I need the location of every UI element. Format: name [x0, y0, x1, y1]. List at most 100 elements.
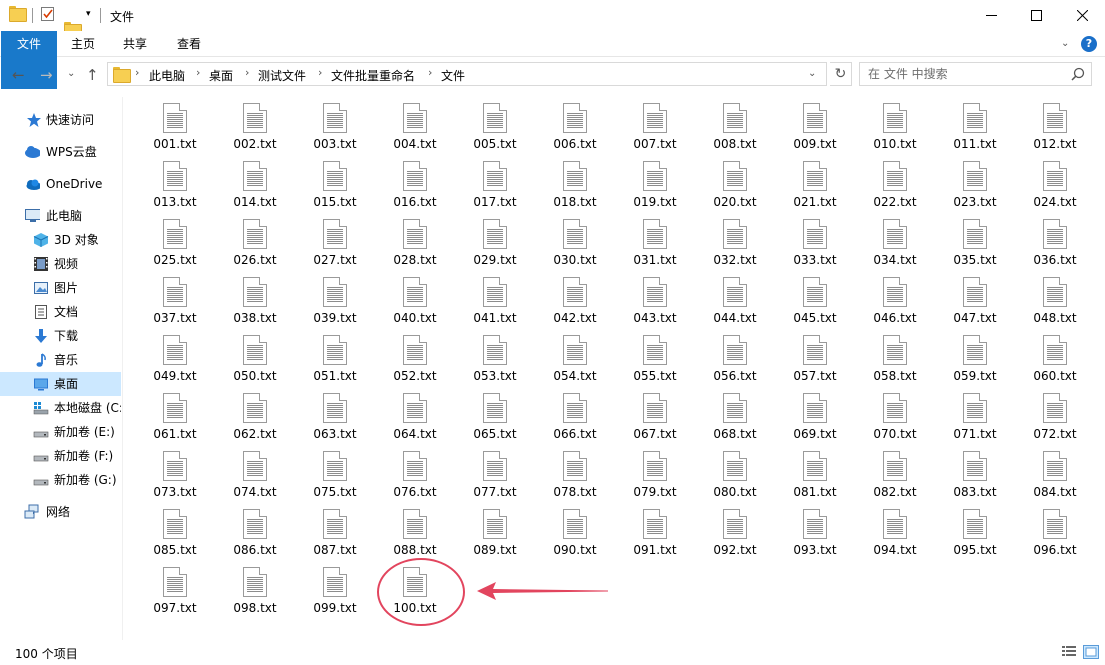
file-item[interactable]: 017.txt — [450, 155, 530, 213]
file-item[interactable]: 033.txt — [770, 213, 850, 271]
sidebar-item-network[interactable]: 网络 — [0, 500, 121, 524]
minimize-button[interactable] — [968, 0, 1014, 31]
properties-icon[interactable] — [40, 6, 56, 22]
breadcrumb-files[interactable]: 文件 — [441, 67, 465, 84]
file-item[interactable]: 035.txt — [930, 213, 1010, 271]
sidebar-item-quick-access[interactable]: 快速访问 — [0, 108, 121, 132]
file-item[interactable]: 015.txt — [290, 155, 370, 213]
file-item[interactable]: 030.txt — [530, 213, 610, 271]
file-item[interactable]: 094.txt — [850, 503, 930, 561]
file-item[interactable]: 059.txt — [930, 329, 1010, 387]
file-item[interactable]: 078.txt — [530, 445, 610, 503]
file-item[interactable]: 075.txt — [290, 445, 370, 503]
file-item[interactable]: 091.txt — [610, 503, 690, 561]
sidebar-item-desktop[interactable]: 桌面 — [0, 372, 121, 396]
file-item[interactable]: 065.txt — [450, 387, 530, 445]
file-item[interactable]: 018.txt — [530, 155, 610, 213]
file-item[interactable]: 092.txt — [690, 503, 770, 561]
breadcrumb-batch-rename[interactable]: 文件批量重命名 — [331, 67, 415, 84]
file-item[interactable]: 089.txt — [450, 503, 530, 561]
file-item[interactable]: 093.txt — [770, 503, 850, 561]
tab-home[interactable]: 主页 — [57, 31, 109, 57]
file-item[interactable]: 056.txt — [690, 329, 770, 387]
file-item[interactable]: 095.txt — [930, 503, 1010, 561]
sidebar-item-downloads[interactable]: 下载 — [0, 324, 121, 348]
file-item[interactable]: 026.txt — [210, 213, 290, 271]
file-item[interactable]: 023.txt — [930, 155, 1010, 213]
file-item[interactable]: 083.txt — [930, 445, 1010, 503]
file-item[interactable]: 052.txt — [370, 329, 450, 387]
sidebar-item-this-pc[interactable]: 此电脑 — [0, 204, 121, 228]
file-item[interactable]: 034.txt — [850, 213, 930, 271]
file-item[interactable]: 020.txt — [690, 155, 770, 213]
file-item[interactable]: 061.txt — [130, 387, 210, 445]
refresh-icon[interactable]: ↻ — [830, 62, 852, 86]
file-item[interactable]: 058.txt — [850, 329, 930, 387]
file-item[interactable]: 046.txt — [850, 271, 930, 329]
file-item[interactable]: 051.txt — [290, 329, 370, 387]
file-item[interactable]: 041.txt — [450, 271, 530, 329]
file-item[interactable]: 013.txt — [130, 155, 210, 213]
file-item[interactable]: 062.txt — [210, 387, 290, 445]
file-item[interactable]: 064.txt — [370, 387, 450, 445]
file-item[interactable]: 082.txt — [850, 445, 930, 503]
address-bar[interactable]: › 此电脑 › 桌面 › 测试文件 › 文件批量重命名 › 文件 — [107, 62, 827, 86]
file-item[interactable]: 002.txt — [210, 97, 290, 155]
expand-ribbon-icon[interactable]: ⌄ — [1061, 38, 1073, 50]
sidebar-item-pictures[interactable]: 图片 — [0, 276, 121, 300]
file-item[interactable]: 069.txt — [770, 387, 850, 445]
sidebar-item-videos[interactable]: 视频 — [0, 252, 121, 276]
breadcrumb-desktop[interactable]: 桌面 — [209, 67, 233, 84]
file-item[interactable]: 040.txt — [370, 271, 450, 329]
file-item[interactable]: 079.txt — [610, 445, 690, 503]
help-icon[interactable]: ? — [1081, 36, 1097, 52]
file-item[interactable]: 080.txt — [690, 445, 770, 503]
tab-view[interactable]: 查看 — [163, 31, 215, 57]
back-icon[interactable]: ← — [12, 66, 25, 84]
search-input[interactable] — [860, 63, 1065, 85]
file-item[interactable]: 050.txt — [210, 329, 290, 387]
sidebar-item-drive-g[interactable]: 新加卷 (G:) — [0, 468, 121, 492]
file-item[interactable]: 043.txt — [610, 271, 690, 329]
file-item[interactable]: 068.txt — [690, 387, 770, 445]
file-item[interactable]: 055.txt — [610, 329, 690, 387]
file-item[interactable]: 076.txt — [370, 445, 450, 503]
file-item[interactable]: 016.txt — [370, 155, 450, 213]
details-view-icon[interactable] — [1061, 645, 1077, 659]
file-item[interactable]: 006.txt — [530, 97, 610, 155]
sidebar-item-drive-e[interactable]: 新加卷 (E:) — [0, 420, 121, 444]
file-item[interactable]: 087.txt — [290, 503, 370, 561]
file-item[interactable]: 009.txt — [770, 97, 850, 155]
file-item[interactable]: 031.txt — [610, 213, 690, 271]
file-item[interactable]: 004.txt — [370, 97, 450, 155]
file-item[interactable]: 097.txt — [130, 561, 210, 619]
maximize-button[interactable] — [1013, 0, 1059, 31]
sidebar-item-drive-f[interactable]: 新加卷 (F:) — [0, 444, 121, 468]
sidebar-item-documents[interactable]: 文档 — [0, 300, 121, 324]
file-item[interactable]: 045.txt — [770, 271, 850, 329]
file-item[interactable]: 039.txt — [290, 271, 370, 329]
file-item[interactable]: 077.txt — [450, 445, 530, 503]
file-item[interactable]: 049.txt — [130, 329, 210, 387]
file-item[interactable]: 044.txt — [690, 271, 770, 329]
file-item[interactable]: 008.txt — [690, 97, 770, 155]
close-button[interactable] — [1059, 0, 1105, 31]
file-item[interactable]: 042.txt — [530, 271, 610, 329]
file-item[interactable]: 063.txt — [290, 387, 370, 445]
large-icons-view-icon[interactable] — [1083, 645, 1099, 659]
tab-share[interactable]: 共享 — [109, 31, 161, 57]
search-box[interactable] — [859, 62, 1092, 86]
breadcrumb-this-pc[interactable]: 此电脑 — [149, 67, 185, 84]
file-item[interactable]: 019.txt — [610, 155, 690, 213]
file-item[interactable]: 073.txt — [130, 445, 210, 503]
file-item[interactable]: 012.txt — [1010, 97, 1090, 155]
file-item[interactable]: 048.txt — [1010, 271, 1090, 329]
file-item[interactable]: 038.txt — [210, 271, 290, 329]
file-item[interactable]: 067.txt — [610, 387, 690, 445]
file-item[interactable]: 032.txt — [690, 213, 770, 271]
file-item[interactable]: 057.txt — [770, 329, 850, 387]
sidebar-item-drive-c[interactable]: 本地磁盘 (C: — [0, 396, 121, 420]
file-item[interactable]: 021.txt — [770, 155, 850, 213]
file-item[interactable]: 081.txt — [770, 445, 850, 503]
search-icon[interactable] — [1071, 67, 1085, 81]
